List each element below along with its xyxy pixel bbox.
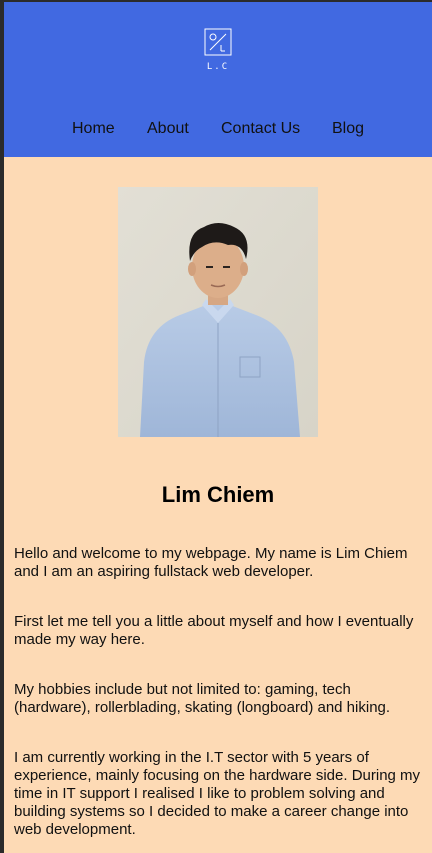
about-paragraph: First let me tell you a little about mys… (14, 613, 414, 648)
nav-about-link[interactable]: About (147, 120, 189, 138)
site-header: L.C Home About Contact Us Blog (4, 2, 432, 157)
main-nav: Home About Contact Us Blog (4, 120, 432, 144)
career-paragraph: I am currently working in the I.T sector… (14, 749, 421, 838)
page: L.C Home About Contact Us Blog Lim Chiem… (4, 2, 432, 853)
nav-contact-link[interactable]: Contact Us (221, 120, 300, 138)
logo-text: L.C (206, 62, 230, 72)
hobbies-paragraph: My hobbies include but not limited to: g… (14, 681, 391, 716)
intro-paragraph: Hello and welcome to my webpage. My name… (14, 545, 408, 580)
profile-name: Lim Chiem (161, 482, 275, 507)
logo-icon[interactable] (204, 28, 232, 56)
nav-blog-link[interactable]: Blog (332, 120, 364, 138)
profile-photo (118, 187, 318, 437)
nav-home-link[interactable]: Home (72, 120, 115, 138)
